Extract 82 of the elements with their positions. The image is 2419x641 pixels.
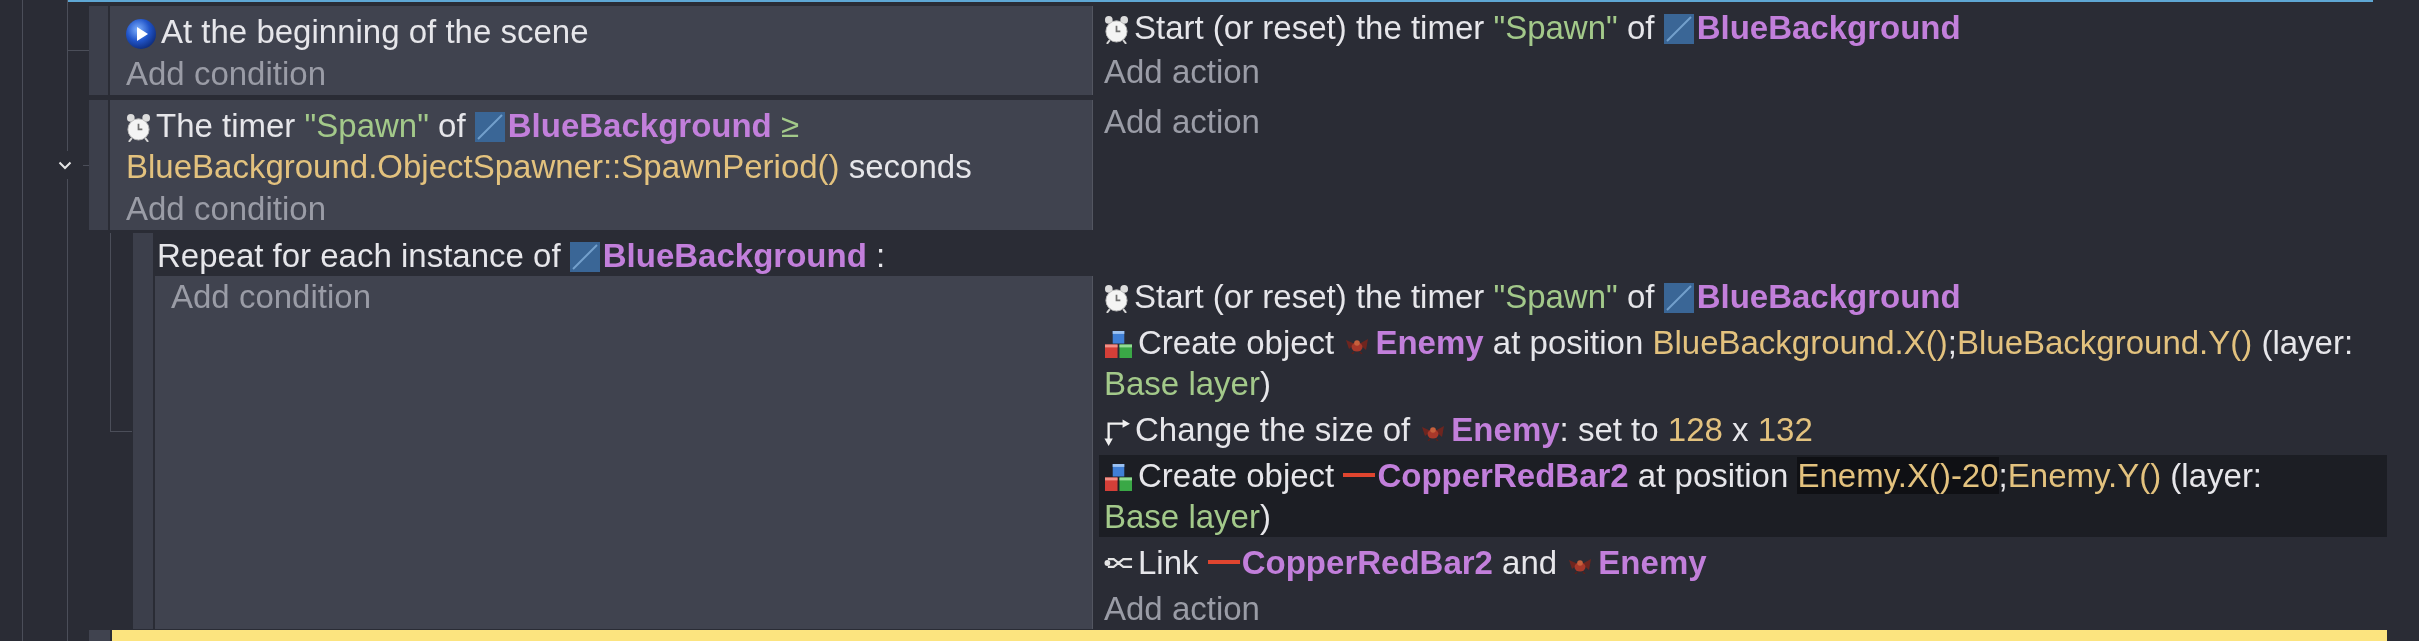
instruction-text: (layer: (2169, 457, 2263, 494)
instruction-text: and (1501, 544, 1559, 581)
cubes-icon (1104, 464, 1133, 491)
string-value: Base layer (1104, 498, 1260, 535)
action-item[interactable]: Create object CopperRedBar2 at position Enemy.X()-20;Enemy.Y() (layer: Base layer) (1099, 455, 2387, 537)
expression: 128 (1667, 411, 1723, 448)
condition-item[interactable]: The timer "Spawn" of BlueBackground ≥ BlueBackground.ObjectSpawner::SpawnPeriod() seconds (126, 105, 1076, 187)
expression: BlueBackground.ObjectSpawner::SpawnPeriod() (126, 148, 840, 185)
add-action-button[interactable]: Add action (1099, 51, 1260, 92)
object-name: BlueBackground (1696, 9, 1961, 46)
drag-handle[interactable] (89, 6, 108, 95)
instruction-text: ) (1259, 365, 1271, 402)
bug-icon (1345, 336, 1370, 354)
expression: BlueBackground.X() (1652, 324, 1948, 361)
drag-handle[interactable] (133, 233, 153, 629)
string-value: "Spawn" (1493, 278, 1618, 315)
instruction-text: of (1625, 278, 1656, 315)
alarm-clock-icon (1104, 15, 1129, 44)
instruction-text: : (874, 237, 886, 274)
instruction-text: The timer (156, 107, 297, 144)
object-name: Enemy (1451, 411, 1560, 448)
instruction-text: Create object (1138, 324, 1336, 361)
add-condition-button[interactable]: Add condition (126, 53, 326, 94)
corner-arrows-icon (1104, 418, 1130, 446)
action-item[interactable]: Change the size of Enemy: set to 128 x 132 (1099, 409, 2387, 450)
expression: BlueBackground.Y() (1956, 324, 2253, 361)
instruction-text: of (1625, 9, 1656, 46)
action-item[interactable]: Start (or reset) the timer "Spawn" of BlueBackground (1099, 276, 2387, 317)
add-action-button[interactable]: Add action (1099, 588, 1260, 629)
play-icon (126, 19, 156, 49)
instruction-text: At the beginning of the scene (161, 13, 589, 50)
instruction-text: ; (1998, 457, 2008, 494)
string-value: Base layer (1104, 365, 1260, 402)
instruction-text: (layer: (2260, 324, 2354, 361)
action-item[interactable]: Start (or reset) the timer "Spawn" of BlueBackground (1099, 7, 2387, 48)
instruction-text: seconds (847, 148, 972, 185)
instruction-text: Create object (1138, 457, 1336, 494)
instruction-text: Start (or reset) the timer (1134, 9, 1486, 46)
object-name: Enemy (1375, 324, 1484, 361)
cubes-icon (1104, 331, 1133, 358)
bug-icon (1568, 556, 1593, 574)
condition-item[interactable]: At the beginning of the scene (126, 11, 1076, 52)
operator: ≥ (779, 107, 800, 144)
instruction-text: at position (1491, 324, 1645, 361)
instruction-text: ; (1947, 324, 1957, 361)
instruction-text: Change the size of (1135, 411, 1412, 448)
string-value: "Spawn" (304, 107, 429, 144)
action-item[interactable]: Create object Enemy at position BlueBackground.X();BlueBackground.Y() (layer: Base layer) (1099, 322, 2387, 404)
instruction-text: : set to (1559, 411, 1660, 448)
object-name: BlueBackground (507, 107, 772, 144)
action-item[interactable]: Link CopperRedBar2 and Enemy (1099, 542, 2387, 583)
expression: Enemy.Y() (2007, 457, 2162, 494)
object-name: Enemy (1598, 544, 1707, 581)
object-name: CopperRedBar2 (1241, 544, 1493, 581)
bar-icon (1343, 473, 1376, 477)
add-condition-button[interactable]: Add condition (171, 276, 371, 317)
object-name: BlueBackground (602, 237, 867, 274)
link-icon (1104, 555, 1133, 571)
expression: 132 (1757, 411, 1813, 448)
instruction-text: Start (or reset) the timer (1134, 278, 1486, 315)
instruction-text: Link (1138, 544, 1200, 581)
tile-icon (1663, 14, 1694, 44)
expression: Enemy.X()-20 (1797, 457, 1999, 494)
instruction-text: of (437, 107, 467, 144)
instruction-text: x (1731, 411, 1750, 448)
chevron-icon[interactable] (58, 160, 72, 170)
object-name: CopperRedBar2 (1377, 457, 1629, 494)
add-condition-button[interactable]: Add condition (126, 188, 326, 229)
instruction-text: ) (1259, 498, 1271, 535)
tile-icon (1663, 283, 1694, 313)
bar-icon (1207, 560, 1240, 564)
tile-icon (474, 112, 505, 142)
alarm-clock-icon (1104, 284, 1129, 313)
alarm-clock-icon (126, 113, 151, 142)
instruction-text: Repeat for each instance of (157, 237, 562, 274)
object-name: BlueBackground (1696, 278, 1961, 315)
bug-icon (1421, 423, 1446, 441)
instruction-text: at position (1636, 457, 1790, 494)
drag-handle[interactable] (89, 100, 108, 230)
string-value: "Spawn" (1493, 9, 1618, 46)
add-action-button[interactable]: Add action (1099, 101, 1260, 142)
tile-icon (569, 242, 600, 272)
